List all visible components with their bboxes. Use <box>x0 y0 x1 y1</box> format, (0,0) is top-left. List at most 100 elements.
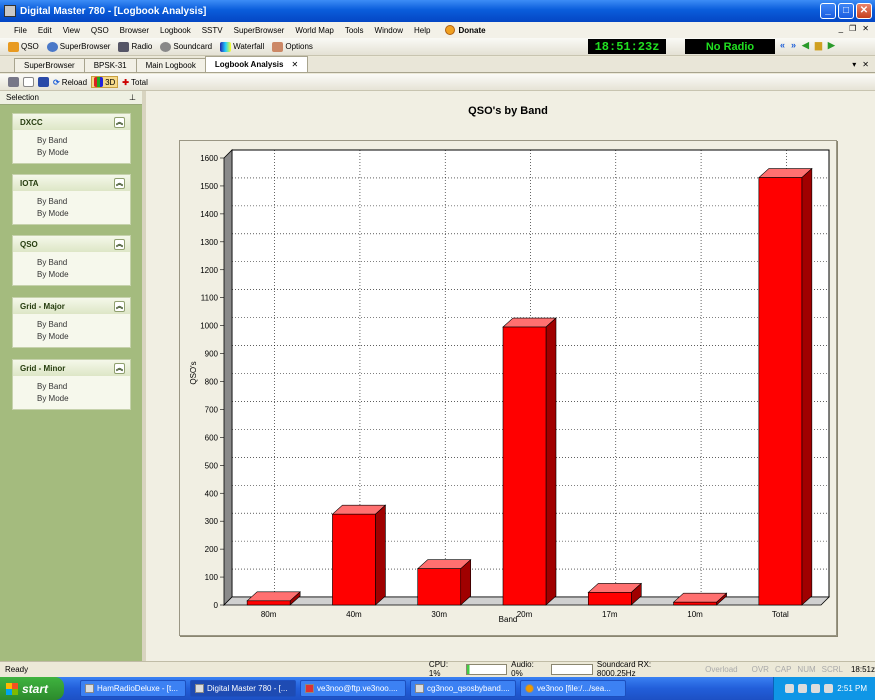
grid-minor-by-band-link[interactable]: By Band <box>13 381 130 393</box>
close-icon: ✕ <box>859 5 869 16</box>
forward-arrow-icon[interactable]: ▶ <box>828 40 835 51</box>
qso-by-mode-link[interactable]: By Mode <box>13 269 130 281</box>
task-digital-master[interactable]: Digital Master 780 - [... <box>190 680 296 697</box>
nav-arrows: « » ◀ ▆ ▶ <box>780 40 835 51</box>
system-tray: 2:51 PM <box>773 677 875 700</box>
y-tick-label: 0 <box>214 601 219 610</box>
window-titlebar[interactable]: Digital Master 780 - [Logbook Analysis] … <box>0 0 875 22</box>
status-bar: Ready CPU: 1% Audio: 0% Soundcard RX: 80… <box>0 660 875 678</box>
menu-window[interactable]: Window <box>375 26 403 35</box>
menu-help[interactable]: Help <box>414 26 430 35</box>
tab-list-icon[interactable]: ▾ <box>852 60 856 69</box>
folder-icon[interactable]: ▆ <box>815 40 822 51</box>
audio-meter <box>551 663 593 675</box>
x-tick-label: 17m <box>602 610 618 619</box>
x-tick-label: 40m <box>346 610 362 619</box>
help-tray-icon[interactable] <box>785 684 795 693</box>
chevron-up-icon[interactable]: ︽ <box>114 362 125 374</box>
task-app-icon <box>415 684 424 693</box>
menu-browser[interactable]: Browser <box>120 26 149 35</box>
panel-header[interactable]: DXCC ︽ <box>13 114 130 130</box>
panel-grid-minor: Grid - Minor ︽ By Band By Mode <box>12 359 131 410</box>
bar <box>502 326 547 606</box>
chevron-up-icon[interactable]: ︽ <box>114 116 125 128</box>
bar <box>417 568 462 606</box>
tab-bpsk31[interactable]: BPSK-31 <box>83 58 137 72</box>
qso-button[interactable]: QSO <box>8 41 39 52</box>
menu-file[interactable]: File <box>14 26 27 35</box>
task-label: cg3noo_qsosbyband.... <box>427 684 510 693</box>
dxcc-by-mode-link[interactable]: By Mode <box>13 147 130 159</box>
volume-tray-icon[interactable] <box>811 684 821 693</box>
x-tick-label: 20m <box>517 610 533 619</box>
status-flag-scrl: SCRL <box>821 664 843 674</box>
print-preview-icon[interactable] <box>23 77 34 87</box>
qso-by-band-chart: 0 100 200 300 400 500 600 700 800 900 1000 1100 1200… <box>189 105 830 624</box>
menu-logbook[interactable]: Logbook <box>160 26 191 35</box>
tab-main-logbook[interactable]: Main Logbook <box>135 58 206 72</box>
mdi-minimize-icon[interactable]: _ <box>839 24 843 33</box>
tab-superbrowser[interactable]: SuperBrowser <box>14 58 85 72</box>
menu-sstv[interactable]: SSTV <box>202 26 223 35</box>
waterfall-button[interactable]: Waterfall <box>220 41 265 52</box>
close-button[interactable]: ✕ <box>856 3 872 19</box>
menu-world-map[interactable]: World Map <box>295 26 334 35</box>
chevron-up-icon[interactable]: ︽ <box>114 177 125 189</box>
qso-label: QSO <box>21 42 39 51</box>
print-icon[interactable] <box>8 77 19 87</box>
total-label: Total <box>131 77 148 87</box>
back-arrow-icon[interactable]: ◀ <box>802 40 809 51</box>
soundcard-button[interactable]: Soundcard <box>160 41 212 52</box>
maximize-button[interactable]: □ <box>838 3 854 19</box>
start-button[interactable]: start <box>0 677 64 700</box>
qso-by-band-link[interactable]: By Band <box>13 257 130 269</box>
menu-edit[interactable]: Edit <box>38 26 52 35</box>
fast-forward-icon[interactable]: » <box>791 40 796 51</box>
task-image[interactable]: cg3noo_qsosbyband.... <box>410 680 516 697</box>
chevron-up-icon[interactable]: ︽ <box>114 300 125 312</box>
mdi-restore-icon[interactable]: ❐ <box>849 24 856 33</box>
dxcc-by-band-link[interactable]: By Band <box>13 135 130 147</box>
task-browser[interactable]: ve3noo [file:/.../sea... <box>520 680 626 697</box>
superbrowser-button[interactable]: SuperBrowser <box>46 41 111 52</box>
waterfall-label: Waterfall <box>233 42 265 51</box>
panel-header[interactable]: IOTA ︽ <box>13 175 130 191</box>
y-tick-label: 600 <box>205 433 219 442</box>
chart-title: QSO's by Band <box>468 105 548 117</box>
iota-by-band-link[interactable]: By Band <box>13 196 130 208</box>
menu-qso[interactable]: QSO <box>91 26 109 35</box>
task-ftp[interactable]: ve3noo@ftp.ve3noo.... <box>300 680 406 697</box>
task-hamradiodeluxe[interactable]: HamRadioDeluxe - [t... <box>80 680 186 697</box>
rewind-icon[interactable]: « <box>780 40 785 51</box>
donate-coin-icon <box>445 25 456 35</box>
security-tray-icon[interactable] <box>824 684 834 693</box>
save-icon[interactable] <box>38 77 49 87</box>
grid-minor-by-mode-link[interactable]: By Mode <box>13 393 130 405</box>
pin-icon[interactable]: ⊥ <box>129 93 136 102</box>
panel-title: Grid - Minor <box>20 363 66 373</box>
total-toggle[interactable]: ✚ Total <box>122 78 148 87</box>
network-tray-icon[interactable] <box>798 684 808 693</box>
iota-by-mode-link[interactable]: By Mode <box>13 208 130 220</box>
three-d-toggle[interactable]: 3D <box>91 76 119 88</box>
tab-close-all-icon[interactable]: ✕ <box>862 60 869 69</box>
menu-view[interactable]: View <box>63 26 80 35</box>
panel-header[interactable]: QSO ︽ <box>13 236 130 252</box>
tab-close-icon[interactable]: ✕ <box>291 60 298 69</box>
radio-button[interactable]: Radio <box>118 41 152 52</box>
task-app-icon <box>525 684 534 693</box>
panel-header[interactable]: Grid - Minor ︽ <box>13 360 130 376</box>
panel-header[interactable]: Grid - Major ︽ <box>13 298 130 314</box>
menu-tools[interactable]: Tools <box>345 26 364 35</box>
tab-logbook-analysis[interactable]: Logbook Analysis ✕ <box>204 56 309 72</box>
menu-donate[interactable]: Donate <box>445 25 486 35</box>
superbrowser-label: SuperBrowser <box>59 42 111 51</box>
options-button[interactable]: Options <box>272 41 313 52</box>
grid-major-by-band-link[interactable]: By Band <box>13 319 130 331</box>
reload-button[interactable]: ⟳ Reload <box>53 78 87 87</box>
chevron-up-icon[interactable]: ︽ <box>114 238 125 250</box>
mdi-close-icon[interactable]: ✕ <box>862 24 869 33</box>
minimize-button[interactable]: _ <box>820 3 836 19</box>
grid-major-by-mode-link[interactable]: By Mode <box>13 331 130 343</box>
menu-superbrowser[interactable]: SuperBrowser <box>234 26 285 35</box>
